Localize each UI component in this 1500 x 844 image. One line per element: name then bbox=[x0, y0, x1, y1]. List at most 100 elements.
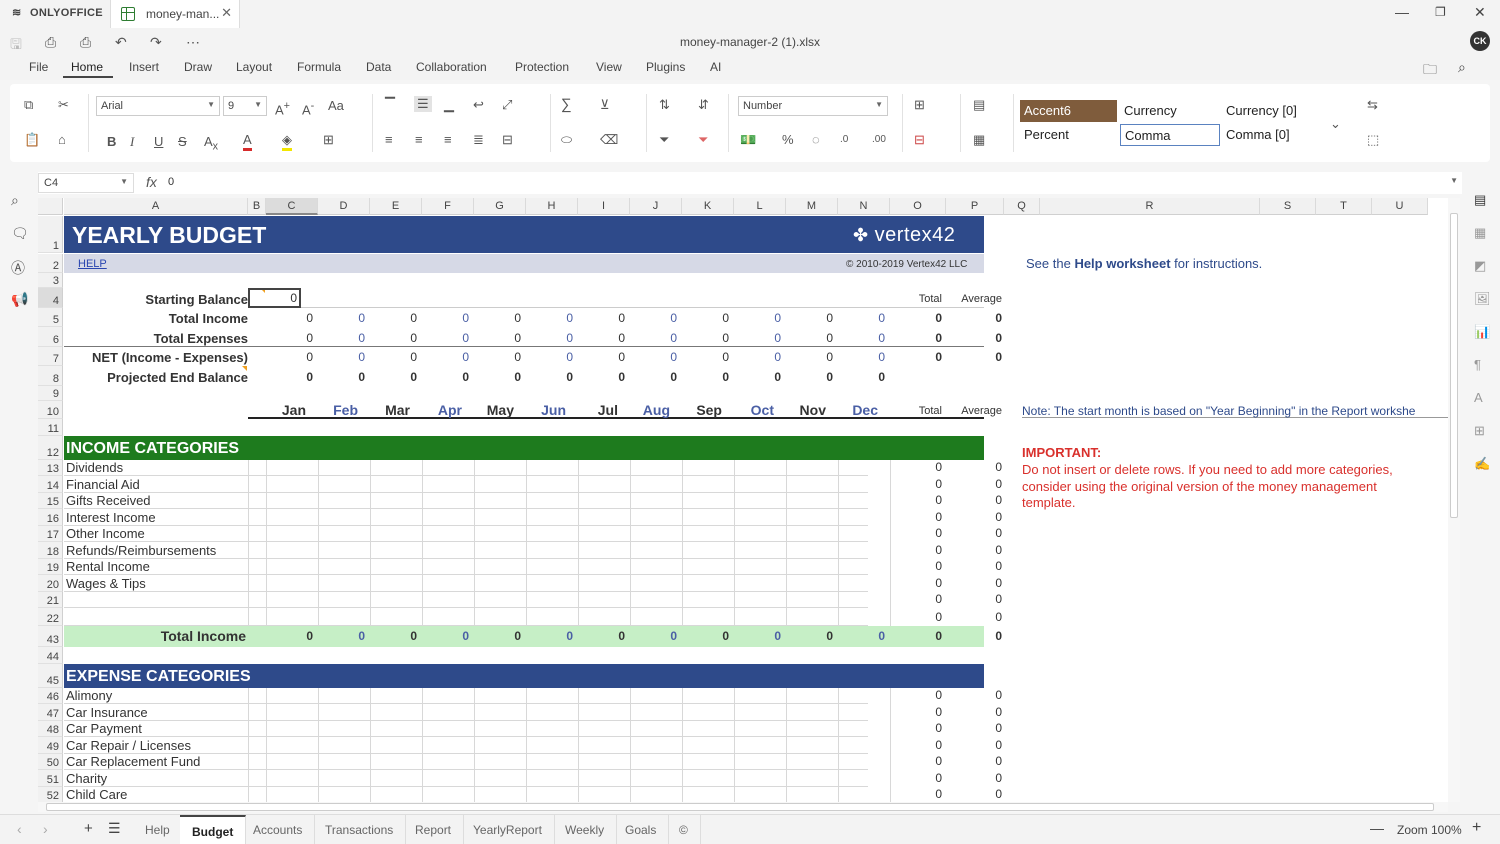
menu-collaboration[interactable]: Collaboration bbox=[416, 60, 487, 74]
row-header[interactable]: 3 bbox=[38, 273, 63, 288]
row-header[interactable]: 48 bbox=[38, 721, 63, 737]
column-header-d[interactable]: D bbox=[318, 198, 370, 215]
menu-file[interactable]: File bbox=[29, 60, 48, 74]
column-header-h[interactable]: H bbox=[526, 198, 578, 215]
close-tab-icon[interactable]: ✕ bbox=[221, 5, 232, 21]
row-header[interactable]: 16 bbox=[38, 509, 63, 526]
fill-color-icon[interactable]: ◈ bbox=[282, 132, 292, 151]
column-header-p[interactable]: P bbox=[946, 198, 1004, 215]
strikethrough-icon[interactable]: S bbox=[178, 134, 187, 150]
conditional-format-icon[interactable]: ▤ bbox=[973, 97, 985, 113]
column-header-u[interactable]: U bbox=[1372, 198, 1428, 215]
font-color-icon[interactable]: A bbox=[243, 132, 252, 151]
column-header-a[interactable]: A bbox=[64, 198, 248, 215]
column-header-r[interactable]: R bbox=[1040, 198, 1260, 215]
row-header[interactable]: 50 bbox=[38, 754, 63, 770]
table-settings-icon[interactable]: ▦ bbox=[1474, 225, 1486, 241]
menu-formula[interactable]: Formula bbox=[297, 60, 341, 74]
row-header[interactable]: 52 bbox=[38, 787, 63, 802]
bold-icon[interactable]: B bbox=[107, 134, 116, 150]
autosum-icon[interactable]: ∑ bbox=[561, 97, 572, 113]
column-header-s[interactable]: S bbox=[1260, 198, 1316, 215]
row-header[interactable]: 12 bbox=[38, 436, 63, 460]
named-ranges-icon[interactable]: ⬭ bbox=[561, 132, 572, 148]
styles-expand-icon[interactable]: ⌄ bbox=[1330, 116, 1341, 132]
clear-filter-icon[interactable]: ⏷ bbox=[698, 132, 708, 148]
percent-format-icon[interactable]: % bbox=[782, 132, 794, 148]
column-header-m[interactable]: M bbox=[786, 198, 838, 215]
image-settings-icon[interactable]: 🖼 bbox=[1474, 291, 1491, 307]
underline-icon[interactable]: U bbox=[154, 134, 163, 150]
minimize-icon[interactable]: — bbox=[1395, 4, 1409, 20]
justify-icon[interactable]: ≣ bbox=[473, 132, 484, 148]
sheet-tab-transactions[interactable]: Transactions bbox=[313, 815, 407, 844]
select-all-corner[interactable] bbox=[38, 198, 63, 215]
row-header[interactable]: 15 bbox=[38, 493, 63, 509]
help-link[interactable]: HELP bbox=[78, 257, 107, 272]
scroll-tabs-right-icon[interactable]: › bbox=[43, 821, 48, 837]
column-header-c[interactable]: C bbox=[266, 198, 318, 215]
align-bottom-icon[interactable]: ▁ bbox=[444, 97, 454, 113]
row-header[interactable]: 46 bbox=[38, 688, 63, 704]
column-header-t[interactable]: T bbox=[1316, 198, 1372, 215]
column-header-l[interactable]: L bbox=[734, 198, 786, 215]
document-tab[interactable]: money-man... ✕ bbox=[110, 0, 240, 28]
sheet-tab-yearlyreport[interactable]: YearlyReport bbox=[461, 815, 555, 844]
row-header[interactable]: 44 bbox=[38, 647, 63, 664]
copy-icon[interactable]: ⧉ bbox=[24, 97, 33, 113]
restore-icon[interactable]: ❐ bbox=[1435, 5, 1446, 19]
vertical-scrollbar[interactable] bbox=[1448, 198, 1460, 802]
row-header[interactable]: 18 bbox=[38, 542, 63, 559]
row-header[interactable]: 47 bbox=[38, 704, 63, 721]
chart-settings-icon[interactable]: 📊 bbox=[1474, 324, 1490, 340]
menu-view[interactable]: View bbox=[596, 60, 622, 74]
subscript-icon[interactable]: Ax bbox=[204, 134, 218, 155]
increase-decimal-icon[interactable]: .00 bbox=[872, 132, 886, 148]
search-icon[interactable]: ⌕ bbox=[1458, 59, 1466, 76]
column-header-e[interactable]: E bbox=[370, 198, 422, 215]
comments-icon[interactable]: 🗨 bbox=[11, 225, 29, 242]
column-header-q[interactable]: Q bbox=[1004, 198, 1040, 215]
row-header[interactable]: 11 bbox=[38, 419, 63, 436]
shape-settings-icon[interactable]: ◩ bbox=[1474, 258, 1486, 274]
selected-cell-c4[interactable]: 0 bbox=[248, 288, 301, 308]
row-header[interactable]: 20 bbox=[38, 575, 63, 592]
horizontal-scroll-thumb[interactable] bbox=[46, 803, 1434, 811]
sheet-tab-goals[interactable]: Goals bbox=[613, 815, 670, 844]
menu-data[interactable]: Data bbox=[366, 60, 391, 74]
formula-input[interactable]: 0 bbox=[168, 176, 174, 188]
style-comma-0[interactable]: Comma [0] bbox=[1222, 124, 1320, 146]
name-box[interactable]: C4 ▼ bbox=[38, 173, 134, 193]
column-header-i[interactable]: I bbox=[578, 198, 630, 215]
align-top-icon[interactable]: ▔ bbox=[385, 97, 395, 113]
add-sheet-icon[interactable]: + bbox=[84, 820, 93, 837]
decrease-decimal-icon[interactable]: .0 bbox=[840, 132, 848, 148]
column-header-b[interactable]: B bbox=[248, 198, 266, 215]
style-percent[interactable]: Percent bbox=[1020, 124, 1117, 146]
italic-icon[interactable]: I bbox=[130, 134, 134, 150]
row-header[interactable]: 9 bbox=[38, 386, 63, 401]
row-header[interactable]: 13 bbox=[38, 460, 63, 476]
clear-icon[interactable]: ⌫ bbox=[600, 132, 618, 148]
close-window-icon[interactable]: ✕ bbox=[1474, 4, 1486, 21]
column-header-k[interactable]: K bbox=[682, 198, 734, 215]
row-header[interactable]: 14 bbox=[38, 476, 63, 493]
column-header-j[interactable]: J bbox=[630, 198, 682, 215]
sort-ascending-icon[interactable]: ⇅ bbox=[659, 97, 670, 113]
align-right-icon[interactable]: ≡ bbox=[444, 132, 452, 148]
format-painter-icon[interactable]: ⌂ bbox=[58, 132, 66, 148]
merge-cells-icon[interactable]: ⊟ bbox=[502, 132, 513, 148]
horizontal-scrollbar[interactable] bbox=[38, 802, 1448, 812]
menu-insert[interactable]: Insert bbox=[129, 60, 159, 74]
row-header[interactable]: 10 bbox=[38, 401, 63, 419]
zoom-in-icon[interactable]: + bbox=[1472, 819, 1481, 837]
user-avatar[interactable]: CK bbox=[1470, 31, 1490, 51]
onlyoffice-logo[interactable]: ≋ ONLYOFFICE bbox=[12, 6, 103, 19]
row-header[interactable]: 19 bbox=[38, 559, 63, 575]
format-as-table-icon[interactable]: ▦ bbox=[973, 132, 985, 148]
menu-layout[interactable]: Layout bbox=[236, 60, 272, 74]
comma-style-icon[interactable]: ◌ bbox=[812, 132, 820, 148]
text-art-icon[interactable]: A bbox=[1474, 390, 1483, 405]
fill-icon[interactable]: ⊻ bbox=[600, 97, 610, 113]
column-header-n[interactable]: N bbox=[838, 198, 890, 215]
